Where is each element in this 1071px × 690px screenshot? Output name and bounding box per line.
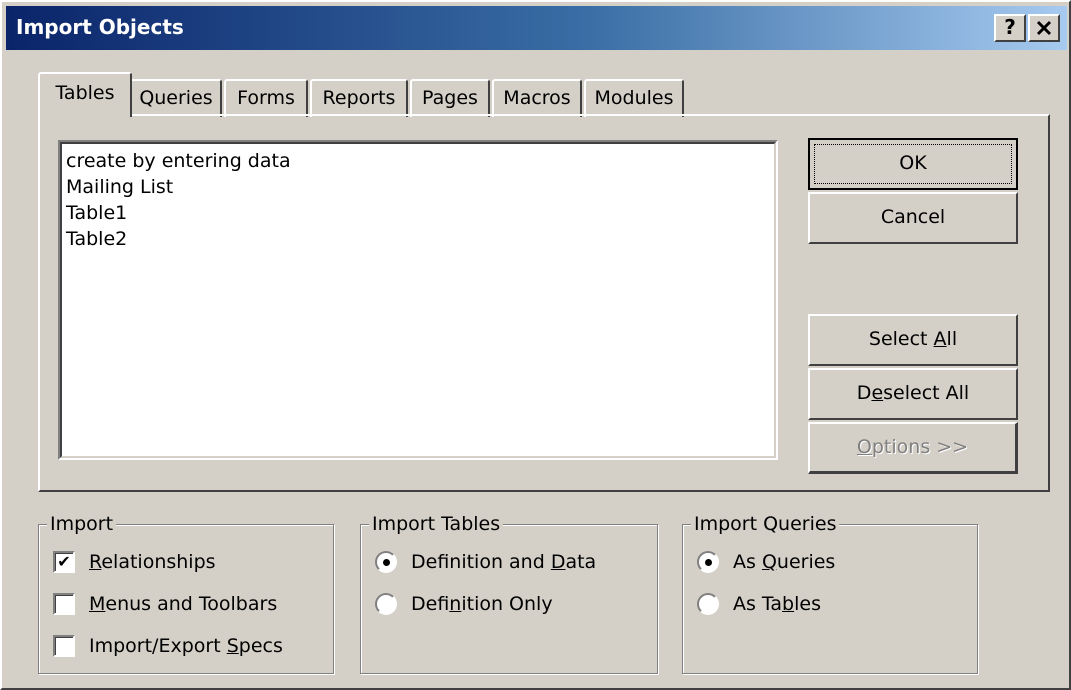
tab-forms[interactable]: Forms	[224, 79, 308, 117]
radio-icon	[375, 593, 397, 615]
import-group-legend: Import	[47, 512, 117, 536]
list-item[interactable]: Table1	[64, 200, 772, 226]
options-accelerator: O	[856, 436, 872, 458]
list-item[interactable]: create by entering data	[64, 148, 772, 174]
import-tables-group: Import Tables Definition and Data Defini…	[360, 512, 658, 674]
cancel-button[interactable]: Cancel	[808, 192, 1018, 244]
select-all-button[interactable]: Select All	[808, 314, 1018, 366]
relationships-check-icon: ✔	[53, 551, 75, 573]
as-tables-label: As Tables	[733, 593, 821, 615]
import-queries-group: Import Queries As Queries As Tables	[682, 512, 978, 674]
focus-rect	[814, 144, 1012, 184]
import-queries-legend: Import Queries	[691, 512, 840, 536]
close-button[interactable]	[1028, 14, 1060, 42]
specs-check-icon	[53, 635, 75, 657]
options-button[interactable]: Options >>	[808, 422, 1018, 474]
select-all-label-rest: ll	[946, 328, 958, 350]
deselect-all-label-rest: select All	[883, 382, 970, 404]
definition-only-label: Definition Only	[411, 593, 553, 615]
radio-icon	[697, 593, 719, 615]
radio-icon	[375, 551, 397, 573]
title-bar[interactable]: Import Objects ?	[6, 6, 1067, 50]
tab-tables[interactable]: Tables	[38, 72, 132, 117]
select-all-label: Select	[868, 328, 934, 350]
deselect-all-accelerator: e	[871, 382, 884, 404]
cancel-label: Cancel	[880, 206, 946, 228]
import-group: Import ✔ Relationships Menus and Toolbar…	[38, 512, 334, 674]
import-tables-legend: Import Tables	[369, 512, 504, 536]
ok-button[interactable]: OK	[808, 138, 1018, 190]
definition-and-data-label: Definition and Data	[411, 551, 597, 573]
close-icon	[1036, 20, 1052, 36]
relationships-label: Relationships	[89, 551, 216, 573]
listbox-content: create by entering data Mailing List Tab…	[60, 142, 776, 458]
deselect-all-button[interactable]: Deselect All	[808, 368, 1018, 420]
as-queries-label: As Queries	[733, 551, 836, 573]
tab-modules[interactable]: Modules	[584, 79, 684, 117]
list-item[interactable]: Table2	[64, 226, 772, 252]
objects-listbox[interactable]: create by entering data Mailing List Tab…	[58, 140, 778, 460]
deselect-all-label: D	[856, 382, 872, 404]
tab-pages[interactable]: Pages	[410, 79, 490, 117]
help-button[interactable]: ?	[994, 14, 1026, 42]
import-objects-dialog: Import Objects ? Tables Queries Forms Re…	[0, 0, 1071, 690]
options-label: ptions >>	[871, 436, 969, 458]
menus-check-icon	[53, 593, 75, 615]
import-export-specs-label: Import/Export Specs	[89, 635, 283, 657]
tab-macros[interactable]: Macros	[492, 79, 582, 117]
tab-queries[interactable]: Queries	[130, 79, 222, 117]
select-all-accelerator: A	[933, 328, 947, 350]
menus-toolbars-label: Menus and Toolbars	[89, 593, 278, 615]
list-item[interactable]: Mailing List	[64, 174, 772, 200]
radio-icon	[697, 551, 719, 573]
tab-reports[interactable]: Reports	[310, 79, 408, 117]
dialog-title: Import Objects	[16, 15, 184, 39]
